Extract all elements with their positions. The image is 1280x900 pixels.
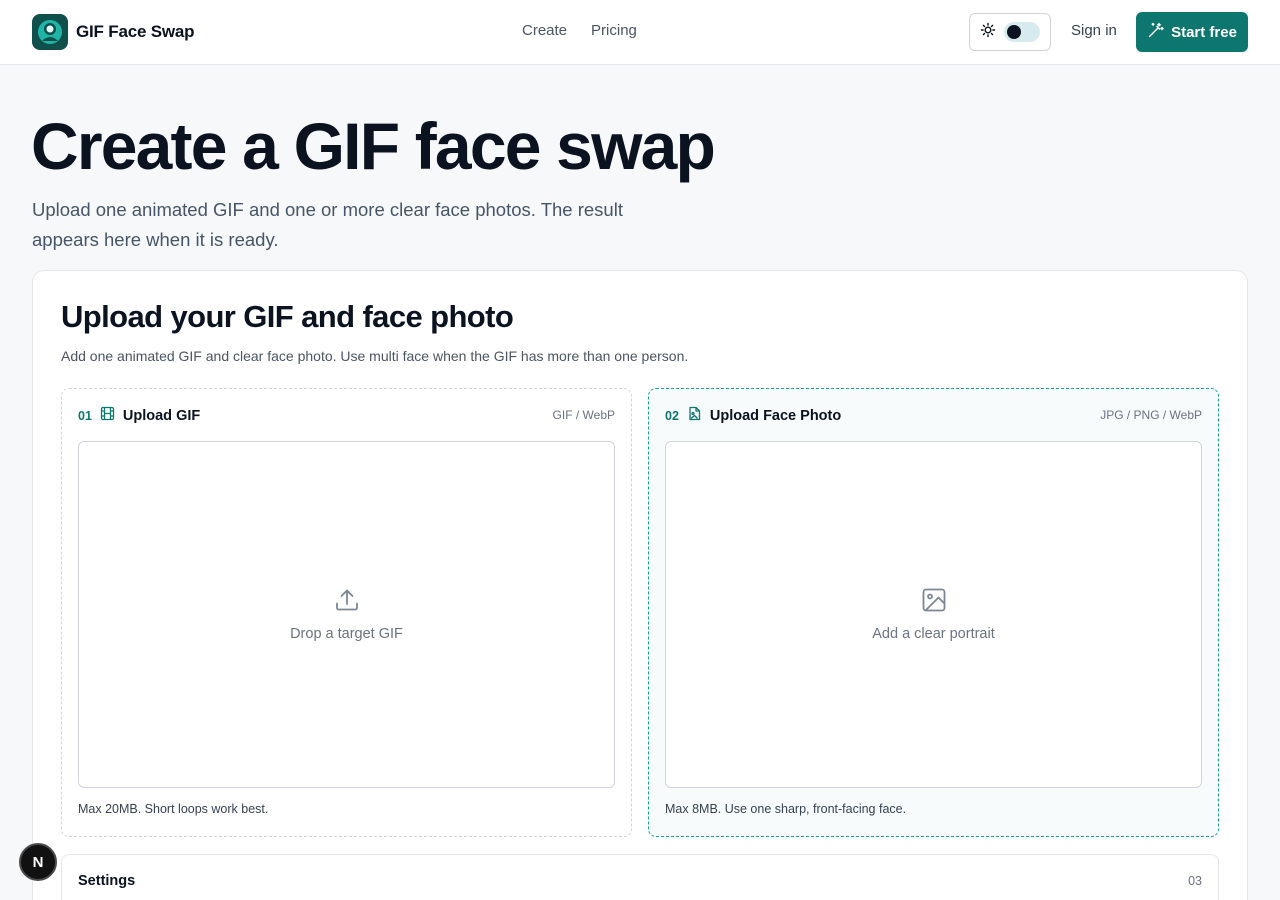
start-free-button[interactable]: Start free: [1136, 12, 1248, 52]
gif-formats-label: GIF / WebP: [552, 408, 615, 422]
gif-upload-panel: 01 Upload GIF GIF / WebP Drop a target G…: [61, 388, 632, 837]
sun-icon: [980, 22, 996, 43]
settings-step-number: 03: [1188, 874, 1202, 888]
brand-link[interactable]: GIF Face Swap: [32, 14, 195, 50]
face-upload-panel: 02 Upload Face Photo JPG / PNG / WebP Ad…: [648, 388, 1219, 837]
dev-tools-badge[interactable]: N: [19, 843, 57, 881]
image-icon: [921, 587, 947, 618]
face-drop-text: Add a clear portrait: [872, 626, 995, 642]
nav-link-pricing[interactable]: Pricing: [591, 22, 637, 39]
film-icon: [100, 406, 115, 426]
face-panel-header: 02 Upload Face Photo: [665, 406, 841, 426]
face-upload-note: Max 8MB. Use one sharp, front-facing fac…: [665, 802, 907, 816]
start-free-label: Start free: [1171, 23, 1237, 41]
settings-title: Settings: [78, 873, 136, 889]
brand-logo-icon: [32, 14, 68, 50]
step-number: 01: [78, 409, 92, 423]
upload-card: Upload your GIF and face photo Add one a…: [32, 270, 1248, 900]
page-title: Create a GIF face swap: [31, 109, 716, 183]
nav-link-create[interactable]: Create: [522, 22, 567, 39]
settings-section[interactable]: Settings 03: [61, 854, 1219, 900]
page-subtitle: Upload one animated GIF and one or more …: [32, 199, 623, 250]
gif-panel-header: 01 Upload GIF: [78, 406, 200, 426]
theme-toggle[interactable]: [1004, 22, 1040, 42]
gif-upload-note: Max 20MB. Short loops work best.: [78, 802, 269, 816]
toggle-knob: [1007, 25, 1021, 39]
upload-card-title: Upload your GIF and face photo: [61, 299, 514, 334]
magic-wand-icon: [1147, 22, 1164, 43]
face-photo-dropzone[interactable]: Add a clear portrait: [665, 441, 1202, 788]
gif-drop-text: Drop a target GIF: [290, 626, 403, 642]
upload-card-description: Add one animated GIF and clear face phot…: [61, 348, 689, 364]
theme-switcher: [969, 13, 1051, 51]
brand-name: GIF Face Swap: [76, 22, 195, 41]
top-navbar: GIF Face Swap Create Pricing Sign in Sta…: [0, 0, 1280, 65]
gif-panel-title: Upload GIF: [122, 408, 201, 424]
step-number: 02: [665, 409, 679, 423]
gif-dropzone[interactable]: Drop a target GIF: [78, 441, 615, 788]
image-file-icon: [687, 406, 702, 426]
face-formats-label: JPG / PNG / WebP: [1100, 408, 1202, 422]
face-panel-title: Upload Face Photo: [709, 408, 842, 424]
main-nav: Create Pricing: [522, 22, 637, 39]
sign-in-link[interactable]: Sign in: [1071, 22, 1117, 39]
badge-label: N: [32, 853, 44, 871]
upload-icon: [334, 587, 360, 618]
